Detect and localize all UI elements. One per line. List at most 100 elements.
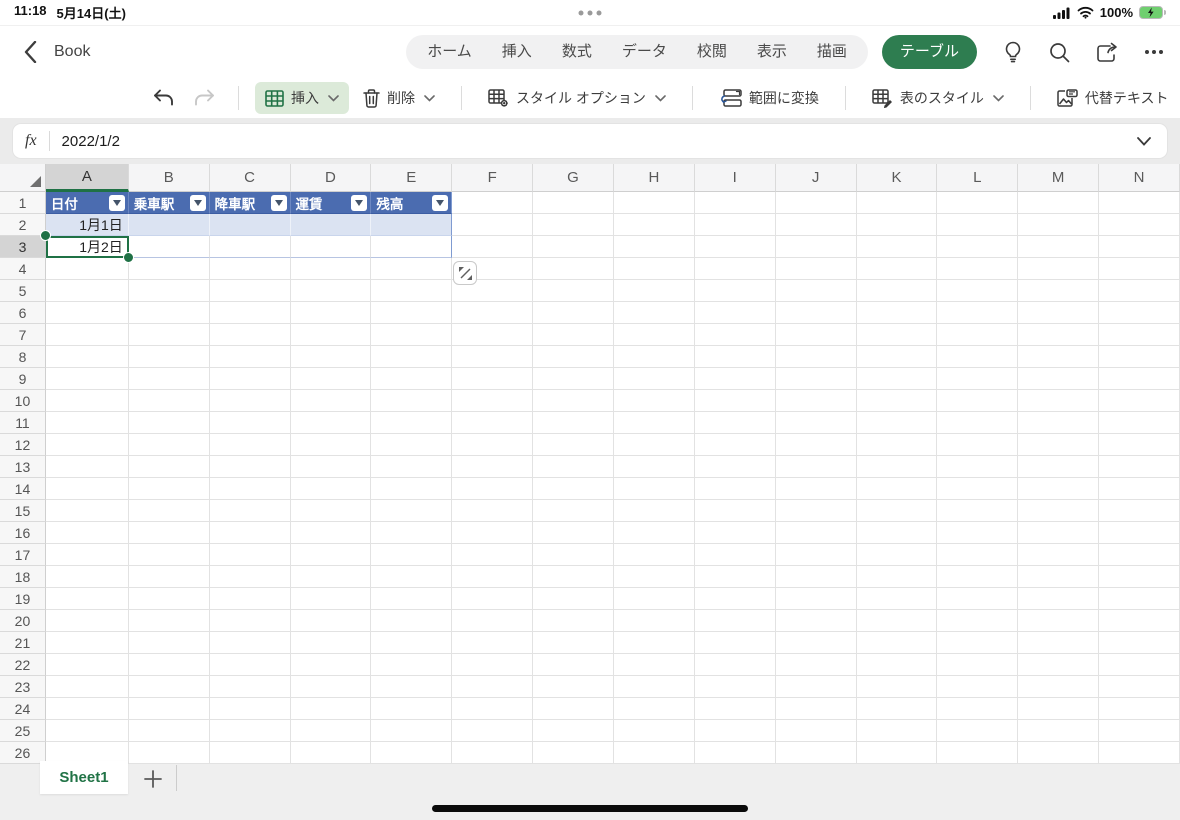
column-header-M[interactable]: M [1018, 164, 1100, 192]
cell-L22[interactable] [937, 654, 1019, 676]
cell-L6[interactable] [937, 302, 1019, 324]
sheet-tab-sheet1[interactable]: Sheet1 [40, 761, 128, 794]
cell-D11[interactable] [290, 412, 372, 434]
cell-H1[interactable] [614, 192, 695, 214]
cell-N15[interactable] [1099, 500, 1180, 522]
cell-H26[interactable] [613, 742, 695, 764]
cell-A11[interactable] [45, 412, 129, 434]
cell-M7[interactable] [1018, 324, 1100, 346]
cell-B22[interactable] [128, 654, 210, 676]
cell-N5[interactable] [1099, 280, 1180, 302]
cell-F2[interactable] [452, 214, 534, 236]
cell-M6[interactable] [1018, 302, 1100, 324]
cell-A8[interactable] [45, 346, 129, 368]
cell-J8[interactable] [775, 346, 857, 368]
cell-A4[interactable] [45, 258, 129, 280]
column-header-A[interactable]: A [45, 164, 129, 192]
cell-L5[interactable] [937, 280, 1019, 302]
cell-C1[interactable]: 降車駅 [209, 192, 291, 214]
cell-M2[interactable] [1018, 214, 1100, 236]
cell-F7[interactable] [452, 324, 534, 346]
cell-B5[interactable] [128, 280, 210, 302]
cell-D9[interactable] [290, 368, 372, 390]
cell-N22[interactable] [1099, 654, 1180, 676]
cell-D22[interactable] [290, 654, 372, 676]
cell-N21[interactable] [1099, 632, 1180, 654]
cell-J12[interactable] [775, 434, 857, 456]
formula-input[interactable]: 2022/1/2 [62, 133, 1133, 150]
cell-G15[interactable] [533, 500, 614, 522]
cell-D21[interactable] [290, 632, 372, 654]
cell-N13[interactable] [1099, 456, 1180, 478]
cell-D26[interactable] [290, 742, 372, 764]
cell-M19[interactable] [1018, 588, 1100, 610]
cell-G3[interactable] [533, 236, 614, 258]
cell-J18[interactable] [775, 566, 857, 588]
cell-B13[interactable] [128, 456, 210, 478]
cell-J16[interactable] [775, 522, 857, 544]
cell-N8[interactable] [1099, 346, 1180, 368]
row-header-21[interactable]: 21 [0, 632, 46, 654]
cell-N4[interactable] [1099, 258, 1180, 280]
filter-icon[interactable] [351, 194, 368, 211]
cell-C19[interactable] [209, 588, 291, 610]
cell-G25[interactable] [533, 720, 614, 742]
cell-E23[interactable] [371, 676, 453, 698]
cell-D6[interactable] [290, 302, 372, 324]
column-header-B[interactable]: B [128, 164, 210, 192]
cell-K9[interactable] [856, 368, 938, 390]
cell-M8[interactable] [1018, 346, 1100, 368]
cell-L3[interactable] [937, 236, 1019, 258]
cell-K16[interactable] [856, 522, 938, 544]
cell-K24[interactable] [856, 698, 938, 720]
cell-G4[interactable] [533, 258, 614, 280]
cell-C15[interactable] [209, 500, 291, 522]
cell-M16[interactable] [1018, 522, 1100, 544]
cell-E20[interactable] [371, 610, 453, 632]
cell-M1[interactable] [1018, 192, 1100, 214]
cell-C5[interactable] [209, 280, 291, 302]
cell-E26[interactable] [371, 742, 453, 764]
cell-A14[interactable] [45, 478, 129, 500]
cell-B23[interactable] [128, 676, 210, 698]
selection-handle-top-left[interactable] [40, 230, 51, 241]
cell-N10[interactable] [1099, 390, 1180, 412]
cell-H8[interactable] [613, 346, 695, 368]
cell-B9[interactable] [128, 368, 210, 390]
cell-N7[interactable] [1099, 324, 1180, 346]
cell-B6[interactable] [128, 302, 210, 324]
cell-F12[interactable] [452, 434, 534, 456]
cell-N14[interactable] [1099, 478, 1180, 500]
tab-review[interactable]: 校閲 [682, 35, 742, 69]
add-sheet-button[interactable] [138, 764, 168, 794]
cell-B3[interactable] [128, 236, 210, 258]
row-header-18[interactable]: 18 [0, 566, 46, 588]
cell-C18[interactable] [209, 566, 291, 588]
cell-B4[interactable] [128, 258, 210, 280]
cell-B24[interactable] [128, 698, 210, 720]
cell-C16[interactable] [209, 522, 291, 544]
column-header-G[interactable]: G [533, 164, 614, 192]
cell-C23[interactable] [209, 676, 291, 698]
cell-I16[interactable] [694, 522, 776, 544]
cell-A19[interactable] [45, 588, 129, 610]
cell-L24[interactable] [937, 698, 1019, 720]
cell-M12[interactable] [1018, 434, 1100, 456]
cell-H5[interactable] [613, 280, 695, 302]
ellipsis-icon[interactable] [1144, 49, 1164, 55]
cell-B1[interactable]: 乗車駅 [128, 192, 210, 214]
cell-E4[interactable] [371, 258, 453, 280]
cell-F20[interactable] [452, 610, 534, 632]
cell-M21[interactable] [1018, 632, 1100, 654]
row-header-16[interactable]: 16 [0, 522, 46, 544]
row-header-11[interactable]: 11 [0, 412, 46, 434]
cell-E24[interactable] [371, 698, 453, 720]
cell-E17[interactable] [371, 544, 453, 566]
cell-L14[interactable] [937, 478, 1019, 500]
cell-H15[interactable] [613, 500, 695, 522]
style-options-button[interactable]: スタイル オプション [478, 82, 676, 114]
cell-I19[interactable] [694, 588, 776, 610]
multitasking-indicator[interactable] [578, 10, 602, 15]
cell-I3[interactable] [694, 236, 776, 258]
cell-G16[interactable] [533, 522, 614, 544]
